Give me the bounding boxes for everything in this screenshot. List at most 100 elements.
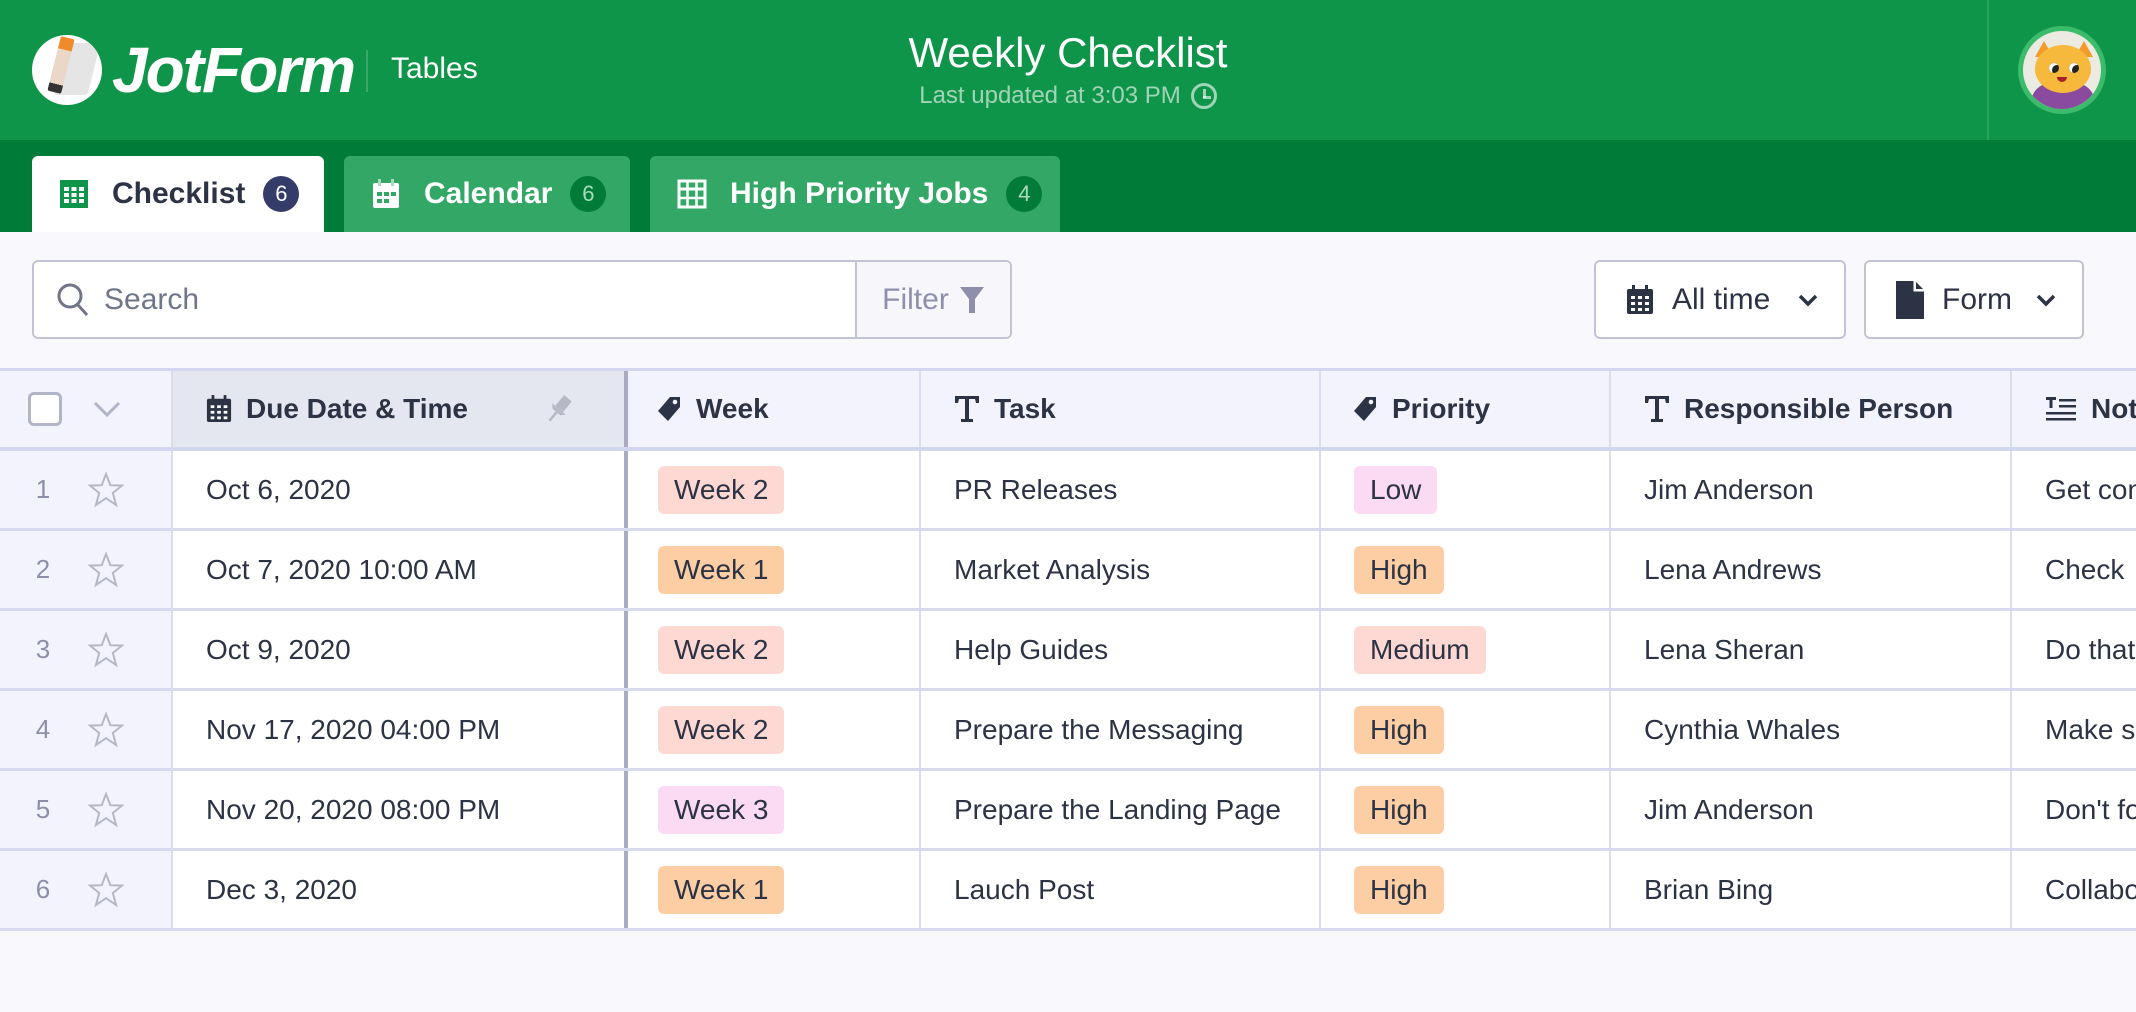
week-badge: Week 1 (658, 545, 785, 594)
table-grid-icon (677, 179, 707, 209)
tag-icon (658, 397, 680, 421)
table-row[interactable]: 2 Oct 7, 2020 10:00 AM Week 1 Market Ana… (0, 531, 2136, 611)
tab-calendar[interactable]: Calendar 6 (344, 156, 630, 232)
task-value: Help Guides (954, 633, 1109, 665)
priority-badge: Low (1354, 465, 1438, 514)
form-dropdown[interactable]: Form (1864, 260, 2084, 339)
week-cell[interactable]: Week 2 (628, 691, 921, 768)
tab-checklist[interactable]: Checklist 6 (32, 156, 324, 232)
pin-icon[interactable] (544, 393, 574, 425)
tag-icon (1354, 397, 1376, 421)
date-range-dropdown[interactable]: All time (1594, 260, 1846, 339)
notes-cell[interactable]: Do that (2012, 611, 2136, 688)
text-icon (1645, 396, 1669, 422)
tab-count-badge: 4 (1006, 176, 1043, 212)
week-cell[interactable]: Week 2 (628, 451, 921, 528)
table-header-row: Due Date & Time Week Task Priority Respo… (0, 368, 2136, 451)
notes-cell[interactable]: Check (2012, 531, 2136, 608)
due-date-cell[interactable]: Oct 6, 2020 (173, 451, 628, 528)
select-all-checkbox[interactable] (28, 392, 62, 426)
tab-high-priority-jobs[interactable]: High Priority Jobs 4 (650, 156, 1060, 232)
star-icon[interactable] (88, 791, 124, 828)
priority-badge: High (1354, 785, 1444, 834)
responsible-person-cell[interactable]: Lena Andrews (1611, 531, 2012, 608)
row-number-cell: 4 (0, 691, 173, 768)
search-input[interactable] (104, 282, 804, 317)
due-date-cell[interactable]: Oct 7, 2020 10:00 AM (173, 531, 628, 608)
due-date-cell[interactable]: Nov 20, 2020 08:00 PM (173, 771, 628, 848)
user-avatar[interactable] (2018, 26, 2106, 114)
row-number-cell: 2 (0, 531, 173, 608)
filter-funnel-icon (959, 286, 984, 313)
priority-cell[interactable]: Low (1321, 451, 1611, 528)
column-header-task[interactable]: Task (921, 371, 1321, 447)
responsible-person-cell[interactable]: Lena Sheran (1611, 611, 2012, 688)
priority-cell[interactable]: Medium (1321, 611, 1611, 688)
star-icon[interactable] (88, 711, 124, 748)
priority-cell[interactable]: High (1321, 771, 1611, 848)
week-cell[interactable]: Week 3 (628, 771, 921, 848)
chevron-down-icon (2036, 294, 2056, 306)
chevron-down-icon[interactable] (92, 400, 122, 418)
person-value: Brian Bing (1644, 873, 1774, 905)
text-icon (955, 396, 979, 422)
column-header-priority[interactable]: Priority (1321, 371, 1611, 447)
column-header-responsible-person[interactable]: Responsible Person (1611, 371, 2012, 447)
task-cell[interactable]: Help Guides (921, 611, 1321, 688)
task-cell[interactable]: Market Analysis (921, 531, 1321, 608)
due-date-cell[interactable]: Dec 3, 2020 (173, 851, 628, 928)
notes-cell[interactable]: Don't fo (2012, 771, 2136, 848)
filter-button[interactable]: Filter (855, 262, 1010, 337)
star-icon[interactable] (88, 471, 124, 508)
notes-cell[interactable]: Get con (2012, 451, 2136, 528)
column-header-due-date[interactable]: Due Date & Time (173, 371, 628, 447)
last-updated-text: Last updated at 3:03 PM (919, 82, 1181, 109)
table-row[interactable]: 4 Nov 17, 2020 04:00 PM Week 2 Prepare t… (0, 691, 2136, 771)
star-icon[interactable] (88, 871, 124, 908)
responsible-person-cell[interactable]: Brian Bing (1611, 851, 2012, 928)
priority-cell[interactable]: High (1321, 851, 1611, 928)
priority-badge: High (1354, 705, 1444, 754)
task-cell[interactable]: Prepare the Messaging (921, 691, 1321, 768)
task-value: Market Analysis (954, 553, 1151, 585)
due-date-cell[interactable]: Oct 9, 2020 (173, 611, 628, 688)
priority-cell[interactable]: High (1321, 531, 1611, 608)
star-icon[interactable] (88, 551, 124, 588)
star-icon[interactable] (88, 631, 124, 668)
responsible-person-cell[interactable]: Jim Anderson (1611, 771, 2012, 848)
long-text-icon (2046, 397, 2076, 421)
task-cell[interactable]: PR Releases (921, 451, 1321, 528)
task-cell[interactable]: Lauch Post (921, 851, 1321, 928)
notes-cell[interactable]: Collabo (2012, 851, 2136, 928)
due-date-value: Dec 3, 2020 (206, 873, 357, 905)
week-cell[interactable]: Week 1 (628, 851, 921, 928)
header-divider (1987, 0, 1989, 140)
column-header-week[interactable]: Week (628, 371, 921, 447)
table-row[interactable]: 1 Oct 6, 2020 Week 2 PR Releases Low Jim… (0, 451, 2136, 531)
week-cell[interactable]: Week 1 (628, 531, 921, 608)
column-header-label: Responsible Person (1684, 393, 1954, 424)
form-value: Form (1942, 282, 2012, 316)
responsible-person-cell[interactable]: Jim Anderson (1611, 451, 2012, 528)
table-grid-icon (60, 180, 88, 208)
tab-count-badge: 6 (263, 176, 300, 212)
table-row[interactable]: 5 Nov 20, 2020 08:00 PM Week 3 Prepare t… (0, 771, 2136, 851)
week-cell[interactable]: Week 2 (628, 611, 921, 688)
priority-cell[interactable]: High (1321, 691, 1611, 768)
week-badge: Week 3 (658, 785, 785, 834)
table-row[interactable]: 3 Oct 9, 2020 Week 2 Help Guides Medium … (0, 611, 2136, 691)
due-date-value: Oct 6, 2020 (206, 473, 351, 505)
column-header-notes[interactable]: Notes (2012, 371, 2136, 447)
document-icon (1896, 280, 1924, 319)
week-badge: Week 2 (658, 465, 785, 514)
row-number: 4 (35, 714, 51, 744)
notes-value: Get con (2045, 473, 2136, 505)
due-date-cell[interactable]: Nov 17, 2020 04:00 PM (173, 691, 628, 768)
responsible-person-cell[interactable]: Cynthia Whales (1611, 691, 2012, 768)
task-cell[interactable]: Prepare the Landing Page (921, 771, 1321, 848)
calendar-icon (206, 395, 232, 422)
table-title[interactable]: Weekly Checklist (0, 28, 2136, 78)
table-row[interactable]: 6 Dec 3, 2020 Week 1 Lauch Post High Bri… (0, 851, 2136, 931)
task-value: Prepare the Landing Page (954, 793, 1281, 825)
notes-cell[interactable]: Make s (2012, 691, 2136, 768)
